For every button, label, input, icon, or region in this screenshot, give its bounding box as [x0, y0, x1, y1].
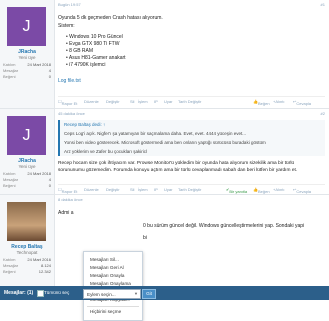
post-2: J JRacha Yeni üye Katılım 24 Mart 2018 Me… — [0, 109, 329, 195]
post-text-line: sorununumu gözemedim. Forumda konuyu açt… — [58, 168, 298, 173]
select-all-checkbox[interactable] — [37, 290, 44, 297]
avatar[interactable]: J — [7, 7, 46, 46]
quote-line: Ceps Log'i açık. Nigfer'ı şa yatamıyan b… — [64, 131, 247, 136]
post-text-line: Sistem: — [58, 23, 75, 29]
quote-line: Arz yöklerim ve Zafer bu çocukları şakir… — [64, 149, 148, 154]
change-button[interactable]: Değiştir — [106, 187, 120, 192]
manage-button[interactable]: İşlem — [138, 99, 148, 104]
chevron-down-icon: ▼ — [134, 291, 138, 296]
inline-mod-bar: Mesajlar: (1) Tümünü seç Eylem seçin... … — [0, 286, 329, 300]
delete-button[interactable]: Sil — [130, 99, 134, 104]
quote-block: Recep Baltaş dedi: ↑ Ceps Log'i açık. Ni… — [58, 120, 325, 156]
post-text-line: Admi a — [58, 210, 74, 216]
user-info: J JRacha Yeni üye Katılım 24 Mart 2018 Me… — [0, 0, 55, 108]
stat-messages: Mesajlar 8.124 — [3, 263, 51, 268]
delete-button[interactable]: Sil — [130, 187, 134, 192]
avatar[interactable]: J — [7, 116, 46, 155]
like-button[interactable]: 👍 Beğen — [253, 187, 270, 194]
quote-button[interactable]: +Alıntı — [273, 187, 284, 192]
menu-item-undelete[interactable]: Mesajları Geri Al — [90, 265, 124, 270]
user-info: Recep Baltaş Technopat Katılım 24 Mart 20… — [0, 195, 55, 286]
stat-likes: Beğeni 12.342 — [3, 269, 51, 274]
stat-messages: Mesajlar 4 — [3, 68, 51, 73]
post-body: 45 dakika önce #2 Recep Baltaş dedi: ↑ C… — [58, 109, 325, 194]
post-text-line: Recep hocam size çok ihtiyacım var. Prow… — [58, 161, 295, 166]
post-text-line: • Asus H81-Gamer anakart — [66, 55, 126, 61]
select-all-label[interactable]: Tümünü seç — [44, 290, 69, 295]
go-button[interactable]: Git — [142, 289, 156, 299]
menu-item-deselect[interactable]: Hiçbirini seçme — [90, 309, 121, 314]
stat-likes: Beğeni 0 — [3, 183, 51, 188]
post-text-line: • i7 4790K işlemci — [66, 62, 106, 68]
report-button[interactable]: ☐ Rapor Et — [58, 99, 77, 106]
post-1: J JRacha Yeni üye Katılım 24 Mart 2018 Me… — [0, 0, 329, 109]
stat-likes: Beğeni 0 — [3, 74, 51, 79]
user-info: J JRacha Yeni üye Katılım 24 Mart 2018 Me… — [0, 109, 55, 194]
change-button[interactable]: Değiştir — [106, 99, 120, 104]
menu-divider — [87, 306, 139, 307]
post-body: Bugün 19:57 #1 Oyunda 5 dk geçmeden Cras… — [58, 0, 325, 108]
user-title: Yeni üye — [18, 55, 36, 60]
report-button[interactable]: ☐ Rapor Et — [58, 187, 77, 194]
post-date[interactable]: Bugün 19:57 — [58, 2, 81, 7]
quote-author[interactable]: Recep Baltaş dedi: ↑ — [64, 122, 105, 127]
post-text-line: 0 bu sürüm güncel değil. Windows güncell… — [143, 223, 305, 229]
stat-joined: Katılım 24 Mart 2016 — [3, 257, 51, 262]
post-actions: ☐ Rapor Et Düzenle Değiştir Sil İşlem IP… — [58, 96, 325, 106]
post-text-line: Oyunda 5 dk geçmeden Crash hatası alıyor… — [58, 15, 163, 21]
best-answer-button[interactable]: ✔ Bir yanıtla — [226, 187, 247, 194]
ip-button[interactable]: IP — [154, 99, 158, 104]
post-3: Recep Baltaş Technopat Katılım 24 Mart 20… — [0, 195, 329, 286]
warn-button[interactable]: Uyar — [164, 99, 172, 104]
warn-button[interactable]: Uyar — [164, 187, 172, 192]
manage-button[interactable]: İşlem — [138, 187, 148, 192]
post-text-line: • Windows 10 Pro Güncel — [66, 34, 123, 40]
menu-item-delete[interactable]: Mesajları Sil... — [90, 257, 119, 262]
action-select[interactable]: Eylem seçin... ▼ — [83, 289, 141, 299]
edit-button[interactable]: Düzenle — [84, 187, 99, 192]
ip-button[interactable]: IP — [154, 187, 158, 192]
stat-joined: Katılım 24 Mart 2018 — [3, 171, 51, 176]
stat-messages: Mesajlar 4 — [3, 177, 51, 182]
log-file-link[interactable]: Log file.txt — [58, 78, 81, 84]
user-title: Technopat — [16, 250, 38, 255]
like-button[interactable]: 👍 Beğen — [253, 99, 270, 106]
reply-button[interactable]: ↩ Cevapla — [293, 99, 311, 106]
stat-joined: Katılım 24 Mart 2018 — [3, 62, 51, 67]
menu-item-approve[interactable]: Mesajları Onayla — [90, 273, 124, 278]
user-title: Yeni üye — [18, 164, 36, 169]
avatar[interactable] — [7, 202, 46, 241]
reply-button[interactable]: ↩ Cevapla — [293, 187, 311, 194]
post-number[interactable]: #2 — [321, 111, 325, 116]
post-text-line: • Evga GTX 980 Ti FTW — [66, 41, 120, 47]
post-number[interactable]: #1 — [321, 2, 325, 7]
quote-button[interactable]: +Alıntı — [273, 99, 284, 104]
post-actions: ☐ Rapor Et Düzenle Değiştir Sil İşlem IP… — [58, 184, 325, 194]
post-text-line: • 8 GB RAM — [66, 48, 94, 54]
selected-count: Mesajlar: (1) — [4, 290, 34, 296]
change-date-button[interactable]: Tarih Değiştir — [178, 99, 201, 104]
change-date-button[interactable]: Tarih Değiştir — [178, 187, 201, 192]
post-date[interactable]: 45 dakika önce — [58, 111, 85, 116]
post-text-line: bi — [143, 235, 147, 241]
edit-button[interactable]: Düzenle — [84, 99, 99, 104]
post-date[interactable]: 8 dakika önce — [58, 197, 83, 202]
quote-line: Yonsi ben video gösterecek. Microsoft gö… — [64, 140, 266, 145]
